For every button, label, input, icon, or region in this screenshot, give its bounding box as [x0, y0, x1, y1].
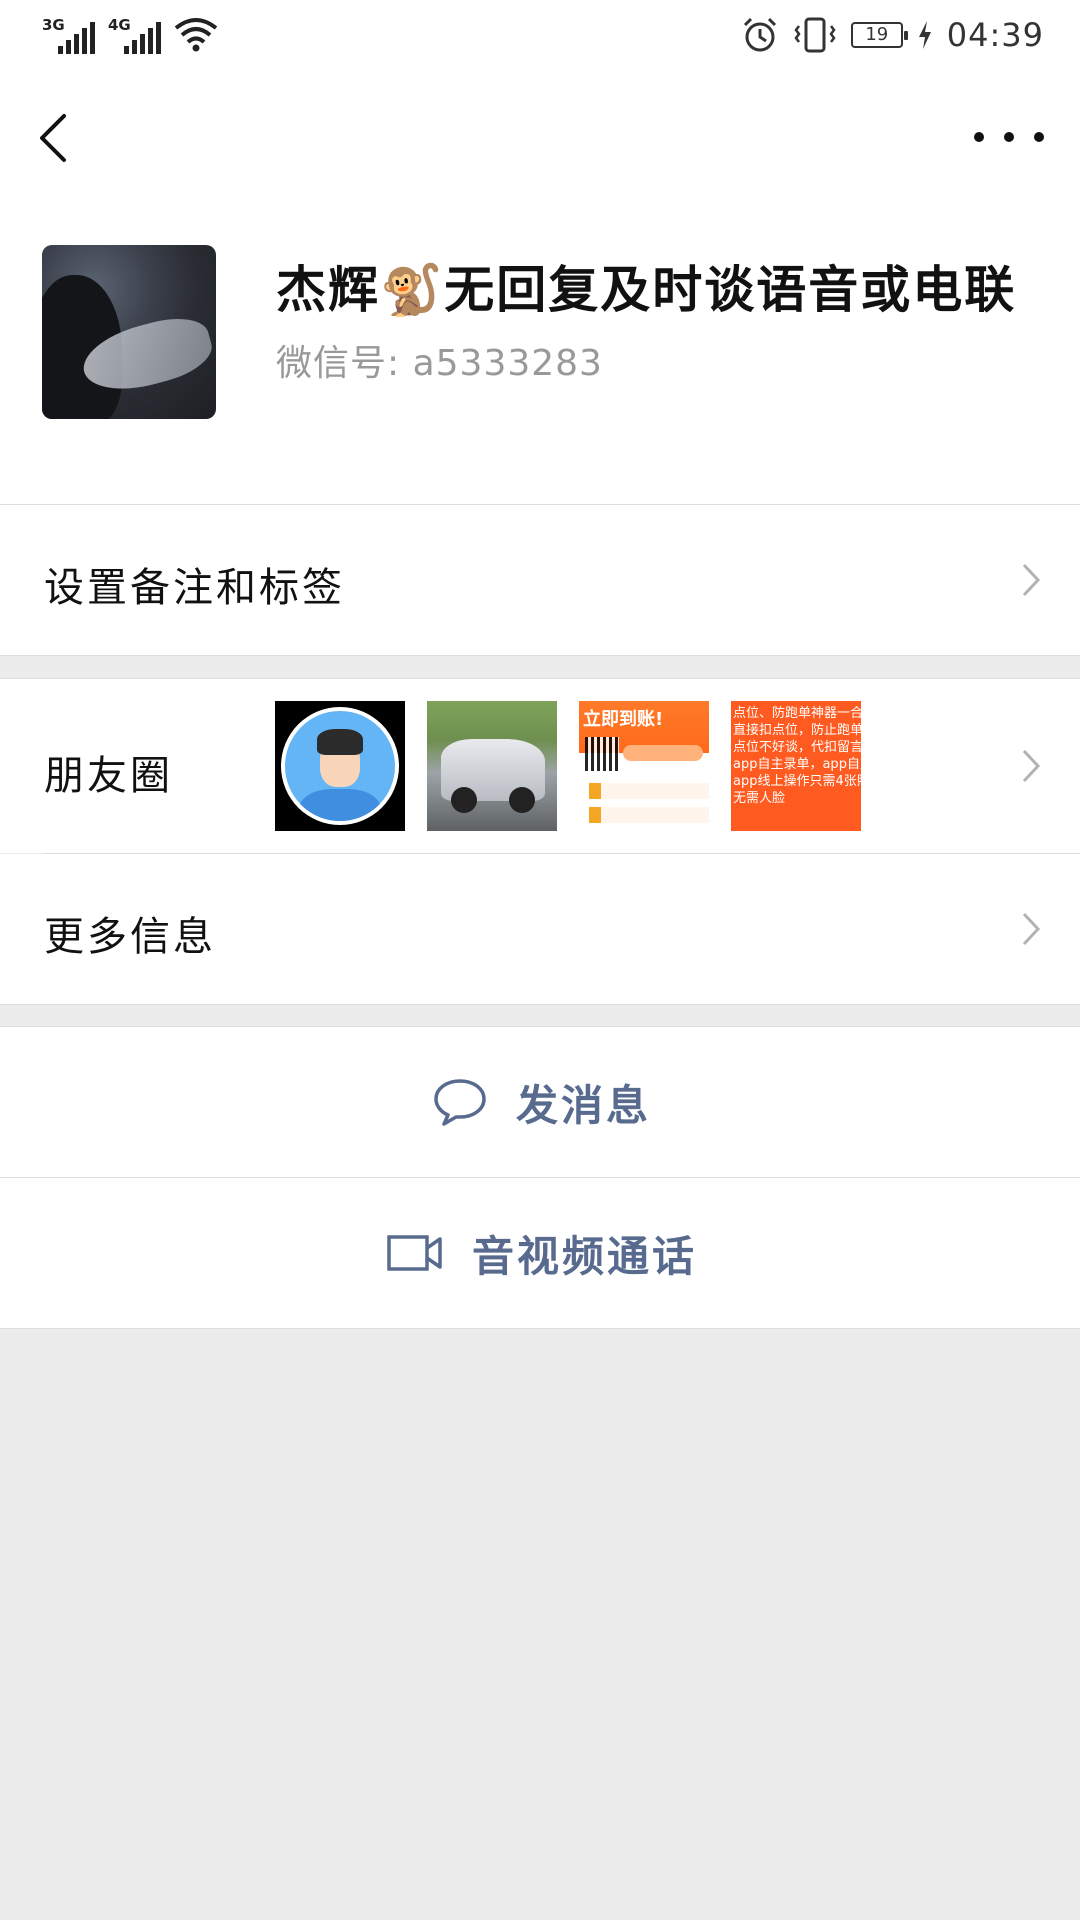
avatar[interactable]	[42, 245, 216, 419]
cell-signal-icon: 3G	[40, 16, 96, 54]
video-call-button[interactable]: 音视频通话	[0, 1178, 1080, 1328]
chat-bubble-icon	[434, 1079, 486, 1126]
alarm-icon	[743, 17, 776, 52]
divider	[0, 1328, 1080, 1329]
chevron-right-icon	[1022, 749, 1041, 783]
nav-bar	[0, 72, 1080, 202]
battery-icon: 19	[850, 22, 908, 48]
video-camera-icon	[387, 1235, 442, 1271]
moments-thumbnail-car	[427, 701, 557, 831]
vibrate-icon	[794, 17, 836, 53]
back-button[interactable]	[28, 108, 80, 168]
thumbnail-promo-text: 点位、防跑单神器一合 直接扣点位，防止跑单 点位不好谈，代扣留言利息 app自主…	[733, 706, 861, 806]
moments-thumbnails: 立即到账! 点位、防跑单神器一合 直接扣点位，防止跑单 点位不好谈，代扣留言利息…	[275, 701, 861, 831]
remark-tags-label: 设置备注和标签	[44, 565, 345, 611]
profile-header: 杰辉🐒无回复及时谈语音或电联 微信号: a5333283	[0, 202, 1080, 504]
more-dot-icon	[1034, 132, 1044, 142]
more-info-row[interactable]: 更多信息	[0, 854, 1080, 1004]
cell-signal-icon-2: 4G	[106, 16, 162, 54]
more-dot-icon	[1004, 132, 1014, 142]
wechat-id: 微信号: a5333283	[276, 343, 603, 384]
moments-row[interactable]: 朋友圈 立即到账! 点位、防跑单神器一合 直接扣点位，防止跑单 点位不好谈，代扣…	[0, 679, 1080, 853]
video-call-label: 音视频通话	[472, 1231, 698, 1281]
wifi-icon	[174, 18, 218, 52]
more-info-label: 更多信息	[44, 914, 216, 960]
moments-thumbnail-promo: 点位、防跑单神器一合 直接扣点位，防止跑单 点位不好谈，代扣留言利息 app自主…	[731, 701, 861, 831]
send-message-label: 发消息	[516, 1080, 652, 1130]
remark-tags-row[interactable]: 设置备注和标签	[0, 505, 1080, 655]
status-bar: 3G 4G 19 04:39	[0, 0, 1080, 72]
moments-thumbnail-ad: 立即到账!	[579, 701, 709, 831]
more-dot-icon	[974, 132, 984, 142]
more-options-button[interactable]	[974, 112, 1044, 162]
nickname: 杰辉🐒无回复及时谈语音或电联	[276, 261, 1017, 319]
chevron-right-icon	[1022, 912, 1041, 946]
thumbnail-ad-title: 立即到账!	[583, 709, 664, 730]
divider	[0, 655, 1080, 656]
charging-icon	[918, 21, 931, 49]
chevron-right-icon	[1022, 563, 1041, 597]
send-message-button[interactable]: 发消息	[0, 1027, 1080, 1177]
moments-label: 朋友圈	[44, 753, 173, 799]
clock: 04:39	[946, 16, 1044, 54]
divider	[0, 1004, 1080, 1005]
moments-thumbnail-avatar	[275, 701, 405, 831]
